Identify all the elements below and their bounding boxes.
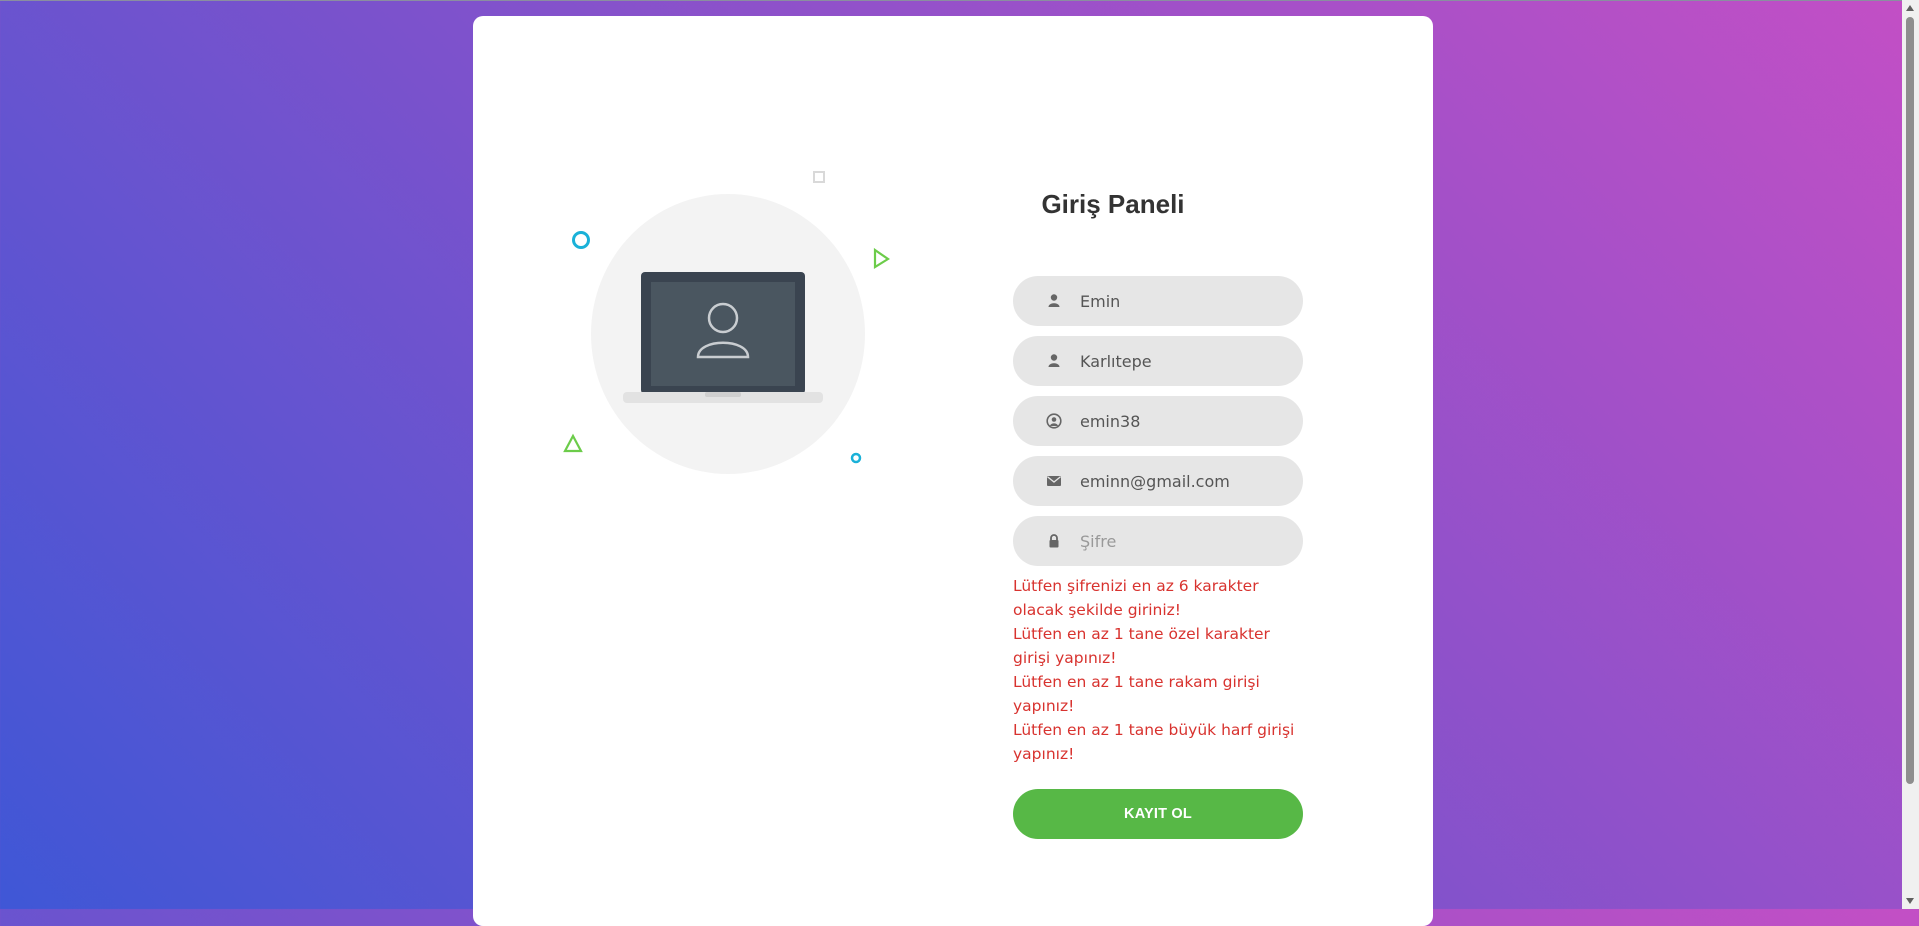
- lock-icon: [1049, 534, 1059, 548]
- vertical-scrollbar[interactable]: [1902, 0, 1919, 909]
- last-name-input[interactable]: [1080, 336, 1290, 386]
- user-icon: [1048, 294, 1060, 307]
- decor-circle-large: [572, 231, 590, 249]
- password-input[interactable]: [1080, 516, 1290, 566]
- decor-circle-small: [850, 452, 862, 464]
- first-name-input[interactable]: [1080, 276, 1290, 326]
- scroll-up-arrow-icon[interactable]: [1906, 5, 1914, 11]
- first-name-field[interactable]: [1013, 276, 1303, 326]
- error-message: Lütfen şifrenizi en az 6 karakter olacak…: [1013, 577, 1259, 619]
- decor-square: [813, 171, 825, 183]
- password-field[interactable]: [1013, 516, 1303, 566]
- window-top-border: [0, 0, 1919, 1]
- scroll-down-arrow-icon[interactable]: [1906, 898, 1914, 904]
- page-title: Giriş Paneli: [1041, 189, 1185, 219]
- username-field[interactable]: [1013, 396, 1303, 446]
- user-icon: [1048, 354, 1060, 367]
- laptop-icon: [623, 272, 823, 403]
- last-name-field[interactable]: [1013, 336, 1303, 386]
- login-card: Giriş Paneli Emin Karlıtepe emin38 eminn…: [473, 16, 1433, 926]
- scrollbar-thumb[interactable]: [1906, 17, 1914, 784]
- username-input[interactable]: [1080, 396, 1290, 446]
- error-message: Lütfen en az 1 tane büyük harf girişi ya…: [1013, 721, 1295, 763]
- error-message: Lütfen en az 1 tane rakam girişi yapınız…: [1013, 673, 1260, 715]
- error-message: Lütfen en az 1 tane özel karakter girişi…: [1013, 625, 1270, 667]
- envelope-icon: [1047, 476, 1061, 486]
- email-input[interactable]: [1080, 456, 1290, 506]
- user-circle-icon: [1046, 413, 1062, 429]
- email-field[interactable]: [1013, 456, 1303, 506]
- decor-triangle-right: [873, 247, 891, 269]
- password-error-list: Lütfen şifrenizi en az 6 karakter olacak…: [1013, 574, 1308, 766]
- decor-triangle-up: [563, 433, 583, 453]
- register-button[interactable]: KAYIT OL: [1013, 789, 1303, 839]
